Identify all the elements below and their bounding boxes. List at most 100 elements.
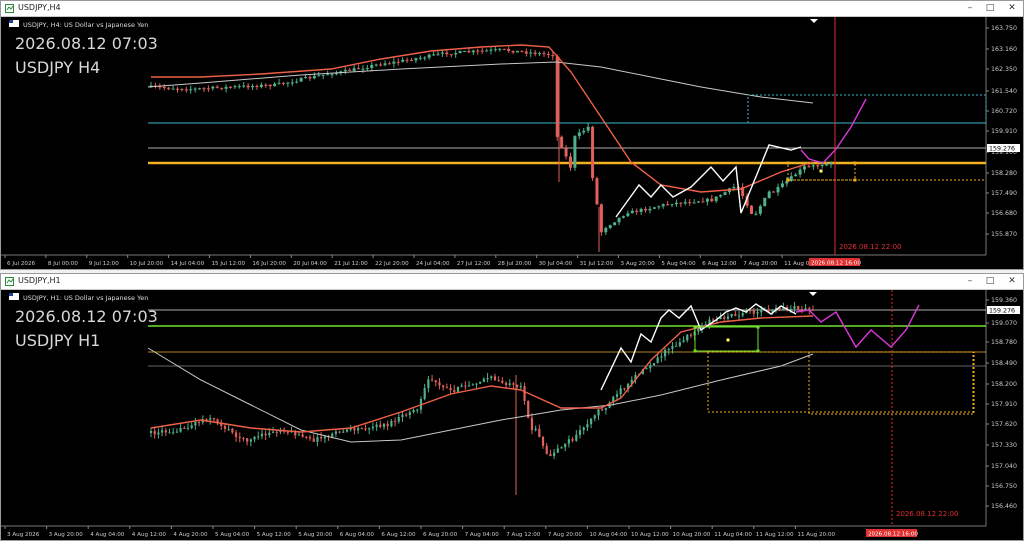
h1-chart-window[interactable]: USDJPY,H1 – □ ✕ USDJPY, H1: US Dollar vs…: [0, 273, 1024, 541]
candle-body: [375, 424, 378, 427]
candle-body: [264, 433, 267, 436]
candle-body: [405, 59, 409, 61]
candle-body: [223, 426, 227, 429]
candle-body: [811, 165, 815, 167]
candle-body: [780, 183, 784, 187]
candle-body: [597, 409, 600, 416]
time-label: 3 Aug 20:00: [49, 532, 84, 538]
candle-body: [268, 84, 272, 87]
price-label: 157.490: [991, 190, 1017, 197]
candle-body: [379, 424, 382, 427]
level-marker: [853, 178, 857, 182]
candle-body: [549, 453, 552, 457]
candle-body: [445, 387, 448, 389]
candle-body: [719, 194, 723, 197]
candle-body: [679, 202, 683, 204]
h1-price-chart[interactable]: USDJPY, H1: US Dollar vs Japanese Yen 202…: [1, 290, 1023, 540]
candle-body: [320, 437, 323, 439]
candle-body: [153, 431, 156, 435]
candle-body: [264, 84, 268, 86]
candle-body: [512, 383, 515, 385]
candle-body: [586, 424, 589, 428]
candle-body: [575, 434, 578, 441]
candle-body: [390, 420, 393, 427]
candle-body: [453, 389, 456, 392]
candle-body: [771, 309, 774, 312]
candle-body: [732, 186, 736, 189]
window-title: USDJPY,H4: [18, 3, 61, 12]
candle-body: [656, 357, 659, 364]
chart-shift-icon[interactable]: [809, 292, 817, 296]
h4-price-chart[interactable]: USDJPY, H4: US Dollar vs Japanese Yen 202…: [1, 17, 1023, 269]
candle-body: [661, 204, 665, 207]
future-time-label: 2026.08.12 22:00: [896, 510, 958, 518]
candle-body: [479, 381, 482, 384]
h1-titlebar[interactable]: USDJPY,H1 – □ ✕: [1, 274, 1023, 290]
time-label: 9 Jul 12:00: [89, 261, 119, 267]
time-label: 6 Aug 20:00: [423, 532, 458, 538]
candle-body: [370, 64, 374, 68]
candle-body: [186, 427, 190, 429]
candle-body: [364, 428, 367, 430]
candle-body: [273, 83, 277, 87]
time-label: 11 Aug 04:00: [714, 532, 752, 538]
maximize-icon[interactable]: □: [979, 274, 1001, 289]
candle-body: [471, 50, 475, 53]
h4-chart-window[interactable]: USDJPY,H4 – □ ✕ USDJPY, H4: US Dollar vs…: [0, 0, 1024, 270]
candle-body: [343, 69, 347, 72]
future-time-label: 2026.08.12 22:00: [839, 243, 901, 251]
time-label: 5 Aug 04:00: [215, 532, 250, 538]
candle-body: [737, 315, 741, 317]
maximize-icon[interactable]: □: [979, 1, 1001, 16]
candle-body: [423, 57, 427, 59]
time-label: 4 Aug 20:00: [173, 532, 208, 538]
candle-body: [338, 431, 341, 433]
candle-body: [357, 68, 361, 70]
candle-body: [193, 88, 197, 90]
candle-body: [619, 388, 622, 395]
candle-body: [567, 439, 571, 444]
candle-body: [368, 428, 371, 430]
time-label: 15 Jul 12:00: [212, 261, 246, 267]
level-marker: [693, 325, 697, 329]
candle-body: [714, 196, 718, 202]
candle-body: [530, 417, 534, 431]
price-label: 160.720: [991, 108, 1017, 115]
candle-body: [816, 165, 820, 167]
candle-body: [599, 204, 603, 233]
target-zone[interactable]: [707, 351, 974, 413]
chart-shift-icon[interactable]: [810, 19, 818, 23]
candle-body: [811, 309, 815, 311]
candle-body: [617, 217, 621, 223]
candle-body: [401, 59, 405, 62]
time-label: 10 Jul 20:00: [130, 261, 164, 267]
candle-body: [405, 414, 408, 416]
candle-body: [692, 202, 696, 204]
zigzag-line: [615, 144, 802, 218]
level-marker: [693, 349, 697, 353]
candle-body: [323, 436, 326, 439]
candle-body: [334, 431, 338, 434]
close-icon[interactable]: ✕: [1001, 1, 1023, 16]
candle-body: [508, 383, 511, 385]
candle-body: [723, 316, 726, 319]
candle-body: [621, 216, 625, 218]
candle-body: [396, 61, 400, 63]
candle-body: [206, 88, 210, 90]
candle-body: [660, 356, 663, 358]
minimize-icon[interactable]: –: [959, 1, 981, 16]
h4-titlebar[interactable]: USDJPY,H4 – □ ✕: [1, 1, 1023, 17]
candle-body: [803, 166, 807, 170]
candle-body: [726, 316, 730, 319]
time-label: 7 Aug 12:00: [506, 532, 541, 538]
minimize-icon[interactable]: –: [959, 274, 981, 289]
close-icon[interactable]: ✕: [1001, 274, 1023, 289]
time-label: 6 Aug 12:00: [702, 261, 737, 267]
candle-body: [387, 63, 391, 65]
time-label: 30 Jul 04:00: [539, 261, 573, 267]
candle-body: [180, 88, 184, 90]
candle-body: [436, 53, 440, 55]
candle-body: [601, 409, 604, 411]
candle-body: [423, 388, 426, 399]
candle-body: [504, 382, 508, 385]
